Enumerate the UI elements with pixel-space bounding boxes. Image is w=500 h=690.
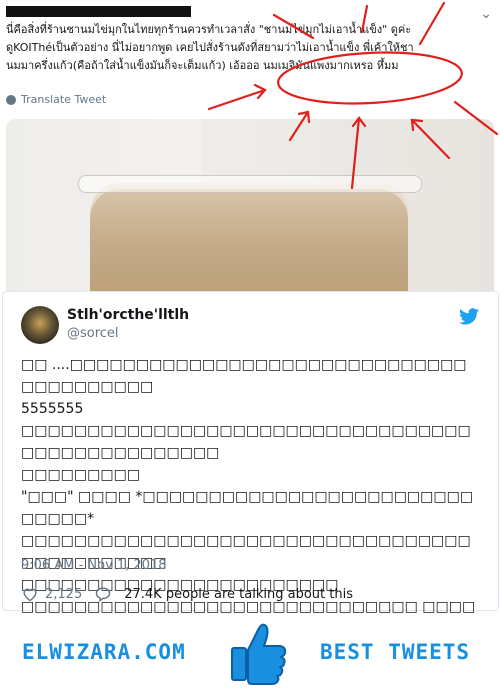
quoted-line-1: นี่คือสิ่งที่ร้านชานมไข่มุกในไทยทุกร้านค… — [6, 23, 412, 36]
user-handle[interactable]: @sorcel — [67, 326, 119, 341]
twitter-bird-icon[interactable] — [459, 308, 479, 325]
cup-lid — [78, 175, 422, 193]
quoted-line-2: ดูKOIThéเป็นตัวอย่าง นี่ไม่อยากพูด เคยไป… — [6, 41, 414, 54]
site-banner: ELWIZARA.COM BEST TWEETS — [0, 614, 500, 690]
tweet-timestamp[interactable]: 9:06 AM - Nov 1, 2018 — [21, 558, 167, 573]
tweet-stats: 2,125 27.4K people are talking about thi… — [21, 586, 353, 602]
chevron-down-icon[interactable]: ⌄ — [480, 6, 492, 22]
translate-tweet-link[interactable]: Translate Tweet — [6, 93, 106, 106]
globe-icon — [6, 94, 16, 105]
heart-icon[interactable] — [21, 586, 39, 602]
quoted-line-3: นมมาครึ่งแก้ว(คือถ้าใส่น้ำแข็งมันก็จะเต็… — [6, 59, 399, 72]
comment-icon[interactable] — [94, 586, 112, 602]
tweet-card: Stlh'orcthe'lltlh @sorcel □□ ....□□□□□□□… — [2, 291, 499, 681]
avatar[interactable] — [21, 306, 59, 344]
milk-tea-cup — [90, 183, 408, 292]
talking-count[interactable]: 27.4K people are talking about this — [124, 587, 353, 602]
like-count: 2,125 — [45, 586, 83, 602]
quoted-tweet-text: นี่คือสิ่งที่ร้านชานมไข่มุกในไทยทุกร้านค… — [6, 21, 494, 75]
best-tweets-label: BEST TWEETS — [320, 640, 471, 664]
site-name[interactable]: ELWIZARA.COM — [22, 640, 186, 664]
translate-label: Translate Tweet — [21, 93, 107, 106]
quoted-screenshot: ⌄ นี่คือสิ่งที่ร้านชานมไข่มุกในไทยทุกร้า… — [0, 0, 500, 292]
thumbs-up-icon — [231, 623, 287, 685]
redacted-username — [6, 6, 191, 17]
tweet-photo[interactable] — [6, 119, 494, 292]
display-name[interactable]: Stlh'orcthe'lltlh — [67, 307, 189, 323]
